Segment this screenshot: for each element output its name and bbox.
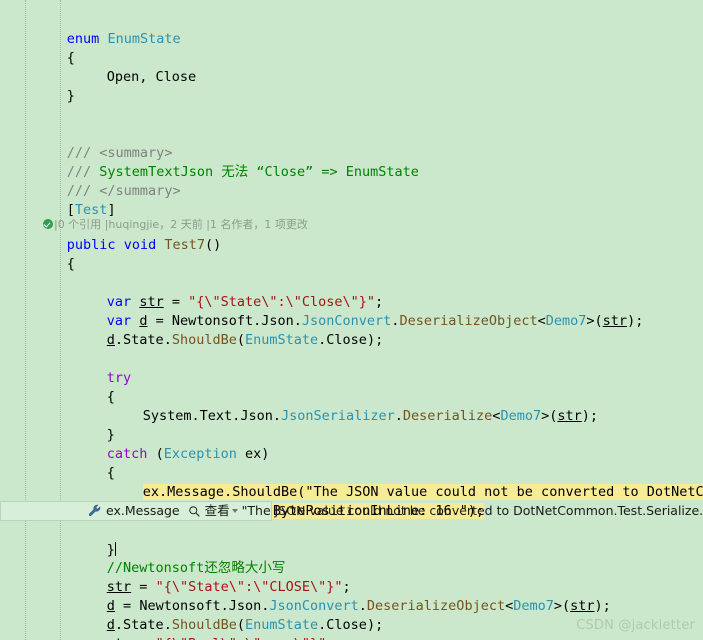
codelens-test7[interactable]: |0 个引用 |huqingjie，2 天前 |1 名作者，1 项更改 (0, 201, 703, 231)
code-line-doc-summary-close[interactable]: /// </summary> (0, 163, 703, 199)
code-line-try[interactable]: try (0, 350, 703, 386)
quick-info-bar[interactable]: ex.Message 查看 "The JSON value could not b… (88, 501, 703, 521)
quick-info-expression: ex.Message (106, 503, 180, 518)
code-line-method-open-brace[interactable]: { (0, 236, 703, 272)
code-line-doc-body[interactable]: /// SystemTextJson 无法 “Close” => EnumSta… (0, 144, 703, 180)
quick-info-view-label[interactable]: 查看 (205, 503, 230, 518)
code-line-catch-close-brace[interactable]: } ex.Message 查看 "The JSON value could not… (0, 501, 703, 558)
code-line-doc-summary-open[interactable]: /// <summary> (0, 125, 703, 161)
code-line-blank[interactable] (0, 255, 703, 274)
code-line-system-text-json[interactable]: System.Text.Json.JsonSerializer.Deserial… (0, 388, 703, 424)
code-line-catch[interactable]: catch (Exception ex) (0, 426, 703, 462)
code-line-enum-members[interactable]: Open, Close (0, 49, 703, 85)
csdn-watermark: CSDN @jackletter (576, 618, 695, 633)
code-line-blank[interactable] (0, 331, 703, 350)
code-lines[interactable]: 0 个引用 | huqingjie，2 天前 | 1 名作者，1 项更改 enu… (0, 0, 703, 640)
code-line-method-signature[interactable]: public void Test7() (0, 217, 703, 253)
code-line-deserialize-2[interactable]: d = Newtonsoft.Json.JsonConvert.Deserial… (0, 578, 703, 614)
code-line-attribute-test[interactable]: [Test] (0, 182, 703, 218)
code-line-blank[interactable] (0, 106, 703, 125)
code-line-blank[interactable] (0, 87, 703, 106)
code-line-assert-exception-msg-1[interactable]: ex.Message.ShouldBe("The JSON value coul… (0, 464, 703, 500)
code-line-try-open-brace[interactable]: { (0, 369, 703, 405)
codelens-top[interactable]: 0 个引用 | huqingjie，2 天前 | 1 名作者，1 项更改 (0, 0, 703, 11)
code-line-catch-open-brace[interactable]: { (0, 445, 703, 481)
code-line-try-close-brace[interactable]: } (0, 407, 703, 443)
chevron-down-icon[interactable] (231, 509, 238, 513)
code-editor[interactable]: 0 个引用 | huqingjie，2 天前 | 1 名作者，1 项更改 enu… (0, 0, 703, 640)
code-line-var-str[interactable]: var str = "{\"State\":\"Close\"}"; (0, 274, 703, 310)
code-line-assert-close-2[interactable]: d.State.ShouldBe(EnumState.Close); (0, 597, 703, 633)
code-line-blank[interactable] (0, 521, 703, 540)
code-line-var-d[interactable]: var d = Newtonsoft.Json.JsonConvert.Dese… (0, 293, 703, 329)
code-line-enum-close-brace[interactable]: } (0, 68, 703, 104)
code-line-comment-newtonsoft[interactable]: //Newtonsoft还忽略大小写 (0, 540, 703, 576)
code-line-enum-open-brace[interactable]: { (0, 30, 703, 66)
code-line-str-close-upper[interactable]: str = "{\"State\":\"CLOSE\"}"; (0, 559, 703, 595)
code-line-assert-close[interactable]: d.State.ShouldBe(EnumState.Close); (0, 312, 703, 348)
code-line-deserialize-3[interactable]: d = Newtonsoft.Json.JsonConvert.Deserial… (0, 635, 703, 640)
quick-info-message: "The JSON value could not be converted t… (241, 503, 703, 518)
code-line-enum-decl[interactable]: enum EnumState (0, 11, 703, 47)
code-line-assert-exception-msg-2[interactable]: LineNumber: 0 | BytePositionInLine: 16."… (0, 483, 703, 519)
